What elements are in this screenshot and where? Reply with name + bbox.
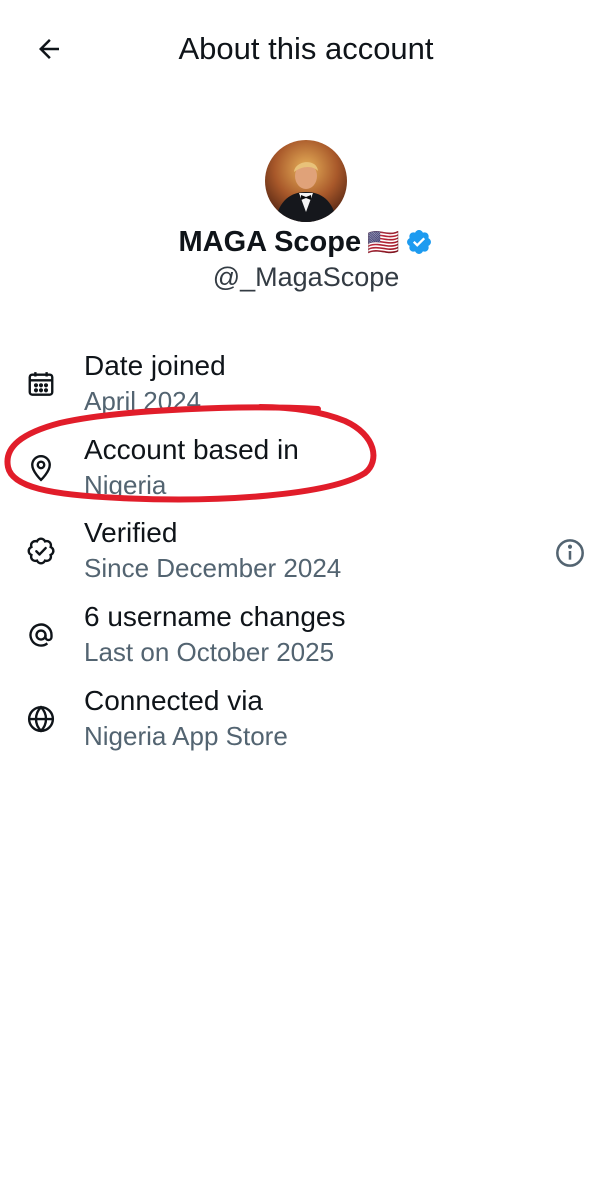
row-subtitle: Last on October 2025 [84,637,335,667]
list-item-account-location: Account based in Nigeria [0,429,612,509]
calendar-icon [22,365,60,403]
verified-badge-icon [405,228,433,256]
at-sign-icon [22,616,60,654]
page-title: About this account [178,31,434,66]
row-title: Connected via [84,685,264,716]
row-title: 6 username changes [84,601,346,632]
list-item-date-joined: Date joined April 2024 [0,345,612,425]
name-row: MAGA Scope 🇺🇸 [0,222,612,262]
verified-info-button[interactable] [551,534,589,572]
list-item-connected-via: Connected via Nigeria App Store [0,680,612,760]
row-subtitle: April 2024 [84,386,202,416]
row-subtitle: Since December 2024 [84,553,342,583]
row-subtitle: Nigeria [84,470,167,500]
row-title: Account based in [84,434,299,465]
top-bar: About this account [0,0,612,100]
list-item-verified: Verified Since December 2024 [0,512,612,592]
list-item-username-changes: 6 username changes Last on October 2025 [0,596,612,676]
globe-icon [22,700,60,738]
row-title: Date joined [84,350,226,381]
location-pin-icon [22,449,60,487]
display-name: MAGA Scope [178,226,362,258]
verified-outline-icon [22,532,60,570]
username-handle: @_MagaScope [212,262,400,292]
avatar[interactable] [265,140,347,222]
info-icon [554,537,586,569]
row-subtitle: Nigeria App Store [84,721,288,751]
us-flag-icon: 🇺🇸 [367,227,400,257]
row-title: Verified [84,517,178,548]
